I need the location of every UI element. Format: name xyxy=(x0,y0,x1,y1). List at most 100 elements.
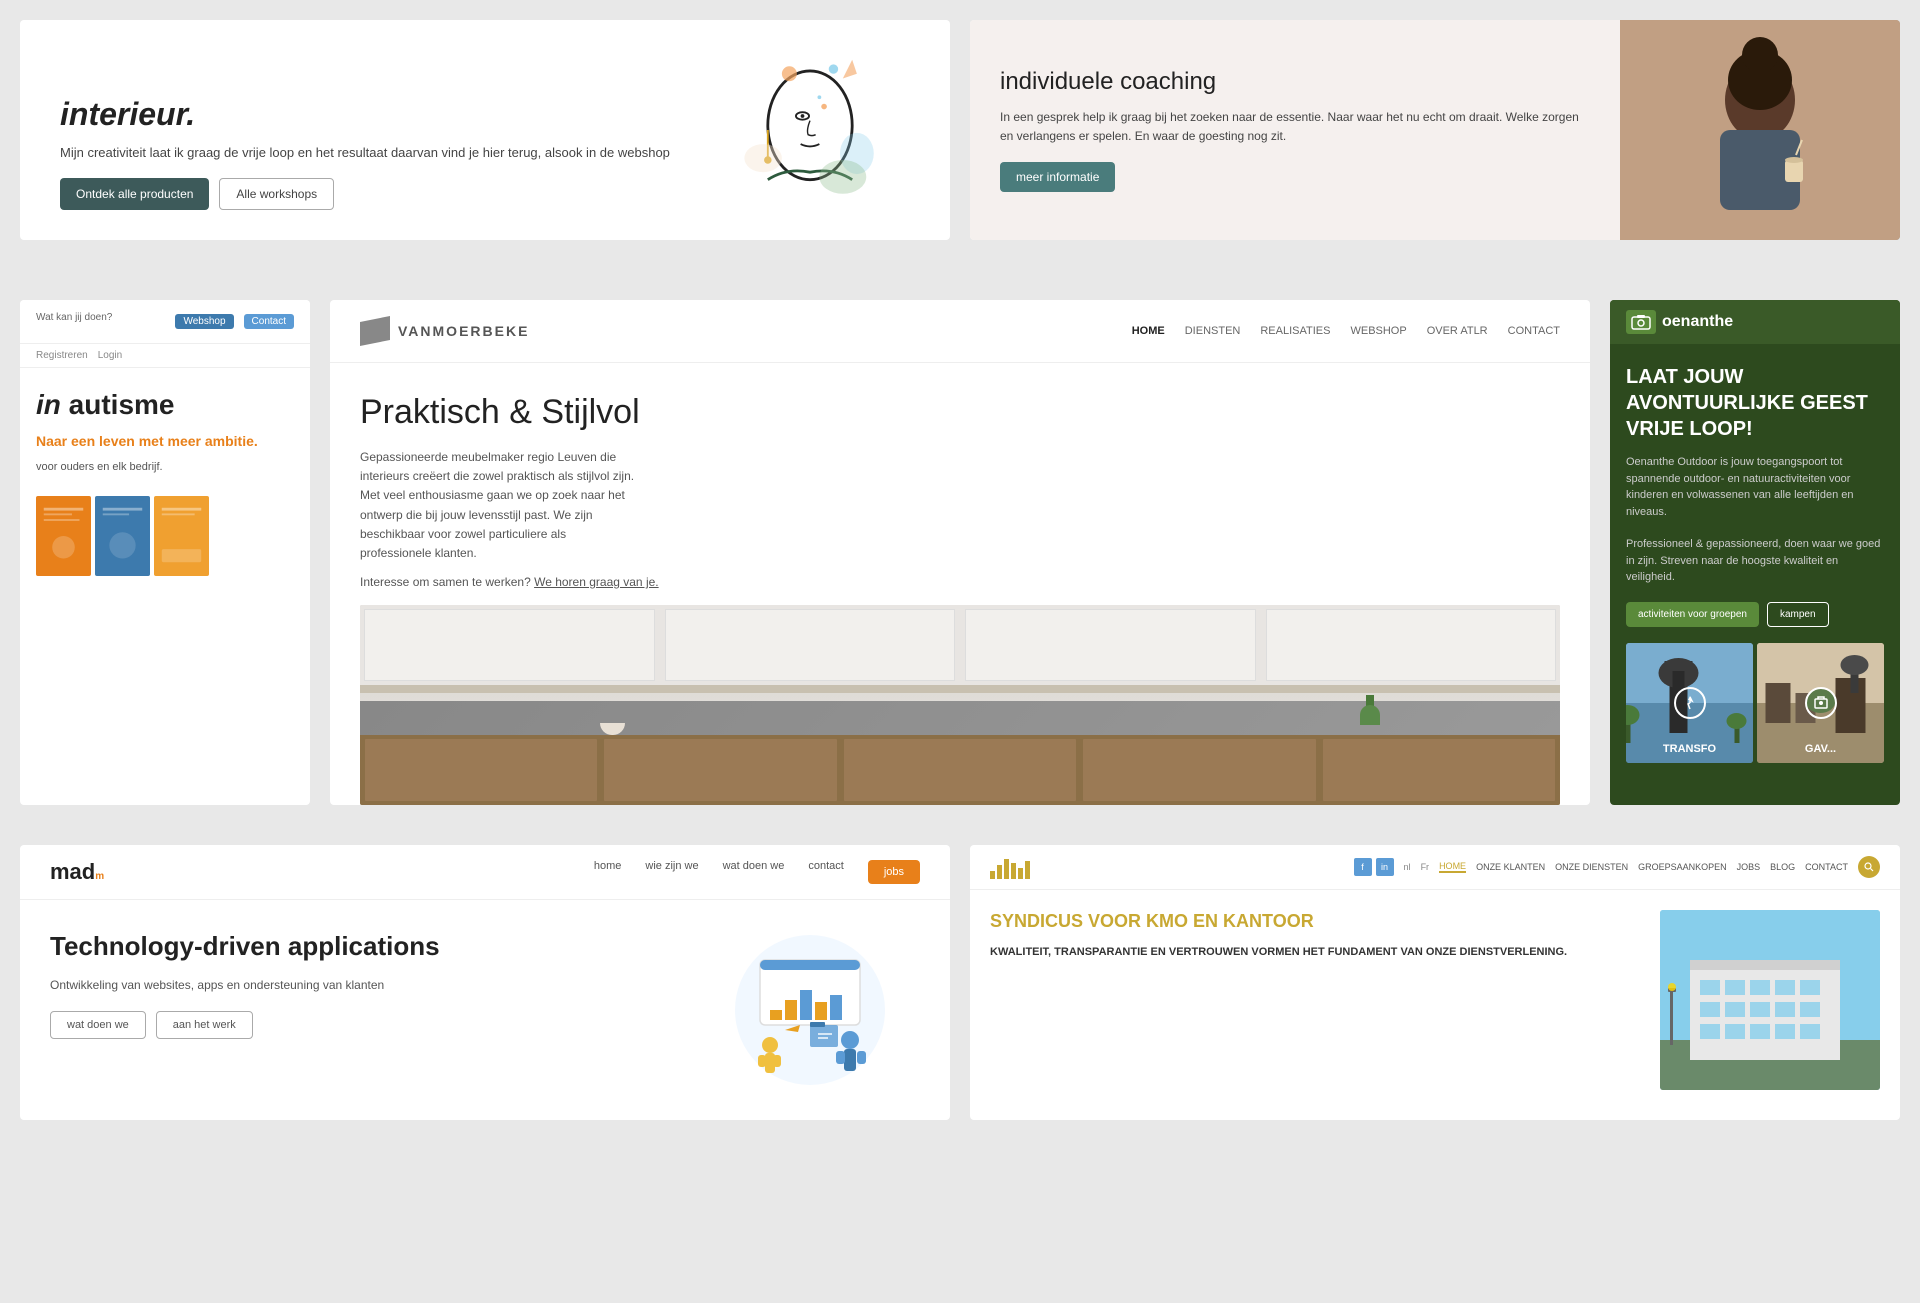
transfo-icon xyxy=(1674,687,1706,719)
oenanthe-image-transfo: TRANSFO xyxy=(1626,643,1753,763)
lang-nl[interactable]: nl xyxy=(1404,862,1411,872)
syndicus-nav-blog[interactable]: BLOG xyxy=(1770,862,1795,872)
mad-services-button[interactable]: wat doen we xyxy=(50,1011,146,1039)
workshops-button[interactable]: Alle workshops xyxy=(219,178,334,210)
vanmoerbeke-nav-contact[interactable]: CONTACT xyxy=(1508,325,1560,337)
lower-panel-5 xyxy=(1323,739,1555,801)
syndicus-social-icon-1[interactable]: f xyxy=(1354,858,1372,876)
autisme-register-link[interactable]: Registreren xyxy=(36,350,88,361)
transfo-label: TRANSFO xyxy=(1663,743,1716,755)
oenanthe-header: oenanthe xyxy=(1610,300,1900,344)
logo-bar-3 xyxy=(1004,859,1009,879)
logo-bar-6 xyxy=(1025,861,1030,879)
discover-products-button[interactable]: Ontdek alle producten xyxy=(60,178,209,210)
autisme-contact-badge[interactable]: Contact xyxy=(244,314,294,329)
syndicus-title: SYNDICUS VOOR KMO EN KANTOOR xyxy=(990,910,1640,933)
oenanthe-activities-button[interactable]: activiteiten voor groepen xyxy=(1626,602,1759,627)
syndicus-nav-contact[interactable]: CONTACT xyxy=(1805,862,1848,872)
lang-fr[interactable]: Fr xyxy=(1421,862,1430,872)
mad-nav-contact[interactable]: contact xyxy=(808,860,843,884)
mad-illustration xyxy=(700,930,920,1090)
mad-logo-dot: m xyxy=(95,871,104,882)
syndicus-nav: f in nl Fr HOME ONZE KLANTEN ONZE DIENST… xyxy=(1354,856,1880,878)
logo-bar-2 xyxy=(997,865,1002,879)
syndicus-nav-clients[interactable]: ONZE KLANTEN xyxy=(1476,862,1545,872)
vanmoerbeke-nav-realisaties[interactable]: REALISATIES xyxy=(1260,325,1330,337)
kitchen-backsplash xyxy=(360,701,1560,735)
syndicus-search-button[interactable] xyxy=(1858,856,1880,878)
mad-nav-services[interactable]: wat doen we xyxy=(723,860,785,884)
card-coaching: individuele coaching In een gesprek help… xyxy=(970,20,1900,240)
book-2 xyxy=(95,496,150,576)
autisme-description: voor ouders en elk bedrijf. xyxy=(36,459,294,476)
autisme-title: in autisme xyxy=(36,388,294,422)
vanmoerbeke-kitchen-image xyxy=(360,605,1560,805)
oenanthe-title: LAAT JOUW AVONTUURLIJKE GEEST VRIJE LOOP… xyxy=(1626,364,1884,442)
autisme-title-italic: in xyxy=(36,389,61,420)
syndicus-nav-home[interactable]: HOME xyxy=(1439,861,1466,873)
syndicus-subtitle: KWALITEIT, TRANSPARANTIE EN VERTROUWEN V… xyxy=(990,944,1640,961)
vanmoerbeke-description: Gepassioneerde meubelmaker regio Leuven … xyxy=(360,448,640,563)
gav-label: GAV... xyxy=(1805,743,1836,755)
vanmoerbeke-body: Praktisch & Stijlvol Gepassioneerde meub… xyxy=(330,363,1590,805)
vanmoerbeke-cta: Interesse om samen te werken? We horen g… xyxy=(360,575,1560,589)
mad-nav: home wie zijn we wat doen we contact job… xyxy=(594,860,920,884)
vanmoerbeke-cta-link[interactable]: We horen graag van je. xyxy=(534,575,659,589)
syndicus-body-left: SYNDICUS VOOR KMO EN KANTOOR KWALITEIT, … xyxy=(990,910,1640,1090)
autisme-title-main: autisme xyxy=(69,389,175,420)
mad-title: Technology-driven applications xyxy=(50,930,670,964)
vanmoerbeke-logo-text: VANMOERBEKE xyxy=(398,323,529,339)
card-oenanthe: oenanthe LAAT JOUW AVONTUURLIJKE GEEST V… xyxy=(1610,300,1900,805)
autisme-header: Wat kan jij doen? Webshop Contact xyxy=(20,300,310,344)
coaching-content: individuele coaching In een gesprek help… xyxy=(970,20,1620,240)
syndicus-nav-services[interactable]: ONZE DIENSTEN xyxy=(1555,862,1628,872)
syndicus-social-icon-2[interactable]: in xyxy=(1376,858,1394,876)
mad-nav-about[interactable]: wie zijn we xyxy=(645,860,698,884)
card-autisme: Wat kan jij doen? Webshop Contact Regist… xyxy=(20,300,310,805)
autisme-body: in autisme Naar een leven met meer ambit… xyxy=(20,368,310,596)
vanmoerbeke-nav: HOME DIENSTEN REALISATIES WEBSHOP OVER A… xyxy=(1132,325,1560,337)
syndicus-nav-jobs[interactable]: JOBS xyxy=(1737,862,1761,872)
logo-bar-4 xyxy=(1011,863,1016,879)
vanmoerbeke-logo: VANMOERBEKE xyxy=(360,316,529,346)
card-vanmoerbeke: VANMOERBEKE HOME DIENSTEN REALISATIES WE… xyxy=(330,300,1590,805)
cabinet-panel-3 xyxy=(965,609,1256,681)
syndicus-logo-bars xyxy=(990,855,1030,879)
lower-panel-3 xyxy=(844,739,1076,801)
mad-logo-text: mad xyxy=(50,859,95,884)
autisme-books xyxy=(36,486,294,576)
book-3 xyxy=(154,496,209,576)
bottom-row: madm home wie zijn we wat doen we contac… xyxy=(0,825,1920,1150)
syndicus-logo xyxy=(990,855,1030,879)
interior-text: interieur. Mijn creativiteit laat ik gra… xyxy=(60,96,690,211)
middle-row: Wat kan jij doen? Webshop Contact Regist… xyxy=(0,280,1920,825)
vanmoerbeke-nav-over[interactable]: OVER ATLR xyxy=(1427,325,1488,337)
coaching-image xyxy=(1620,20,1900,240)
oenanthe-camps-button[interactable]: kampen xyxy=(1767,602,1829,627)
autisme-webshop-badge[interactable]: Webshop xyxy=(175,314,233,329)
gav-icon xyxy=(1805,687,1837,719)
vanmoerbeke-nav-home[interactable]: HOME xyxy=(1132,325,1165,337)
coaching-more-button[interactable]: meer informatie xyxy=(1000,162,1115,192)
vanmoerbeke-nav-diensten[interactable]: DIENSTEN xyxy=(1185,325,1241,337)
mad-work-button[interactable]: aan het werk xyxy=(156,1011,253,1039)
syndicus-header: f in nl Fr HOME ONZE KLANTEN ONZE DIENST… xyxy=(970,845,1900,890)
syndicus-nav-group[interactable]: GROEPSAANKOPEN xyxy=(1638,862,1727,872)
autisme-subtitle: Naar een leven met meer ambitie. xyxy=(36,432,294,452)
coaching-photo xyxy=(1620,20,1900,240)
mad-jobs-button[interactable]: jobs xyxy=(868,860,920,884)
oenanthe-images: TRANSFO xyxy=(1626,643,1884,763)
card-mad: madm home wie zijn we wat doen we contac… xyxy=(20,845,950,1120)
vanmoerbeke-title: Praktisch & Stijlvol xyxy=(360,393,1560,432)
autisme-login-nav: Registreren Login xyxy=(20,344,310,368)
kitchen-countertop xyxy=(360,685,1560,693)
cabinet-panel-1 xyxy=(364,609,655,681)
autisme-login-link[interactable]: Login xyxy=(98,350,122,361)
mad-nav-home[interactable]: home xyxy=(594,860,622,884)
book-1 xyxy=(36,496,91,576)
mad-description: Ontwikkeling van websites, apps en onder… xyxy=(50,976,670,995)
vanmoerbeke-nav-webshop[interactable]: WEBSHOP xyxy=(1350,325,1406,337)
lower-panel-4 xyxy=(1083,739,1315,801)
vanmoerbeke-header: VANMOERBEKE HOME DIENSTEN REALISATIES WE… xyxy=(330,300,1590,363)
card-syndicus: f in nl Fr HOME ONZE KLANTEN ONZE DIENST… xyxy=(970,845,1900,1120)
